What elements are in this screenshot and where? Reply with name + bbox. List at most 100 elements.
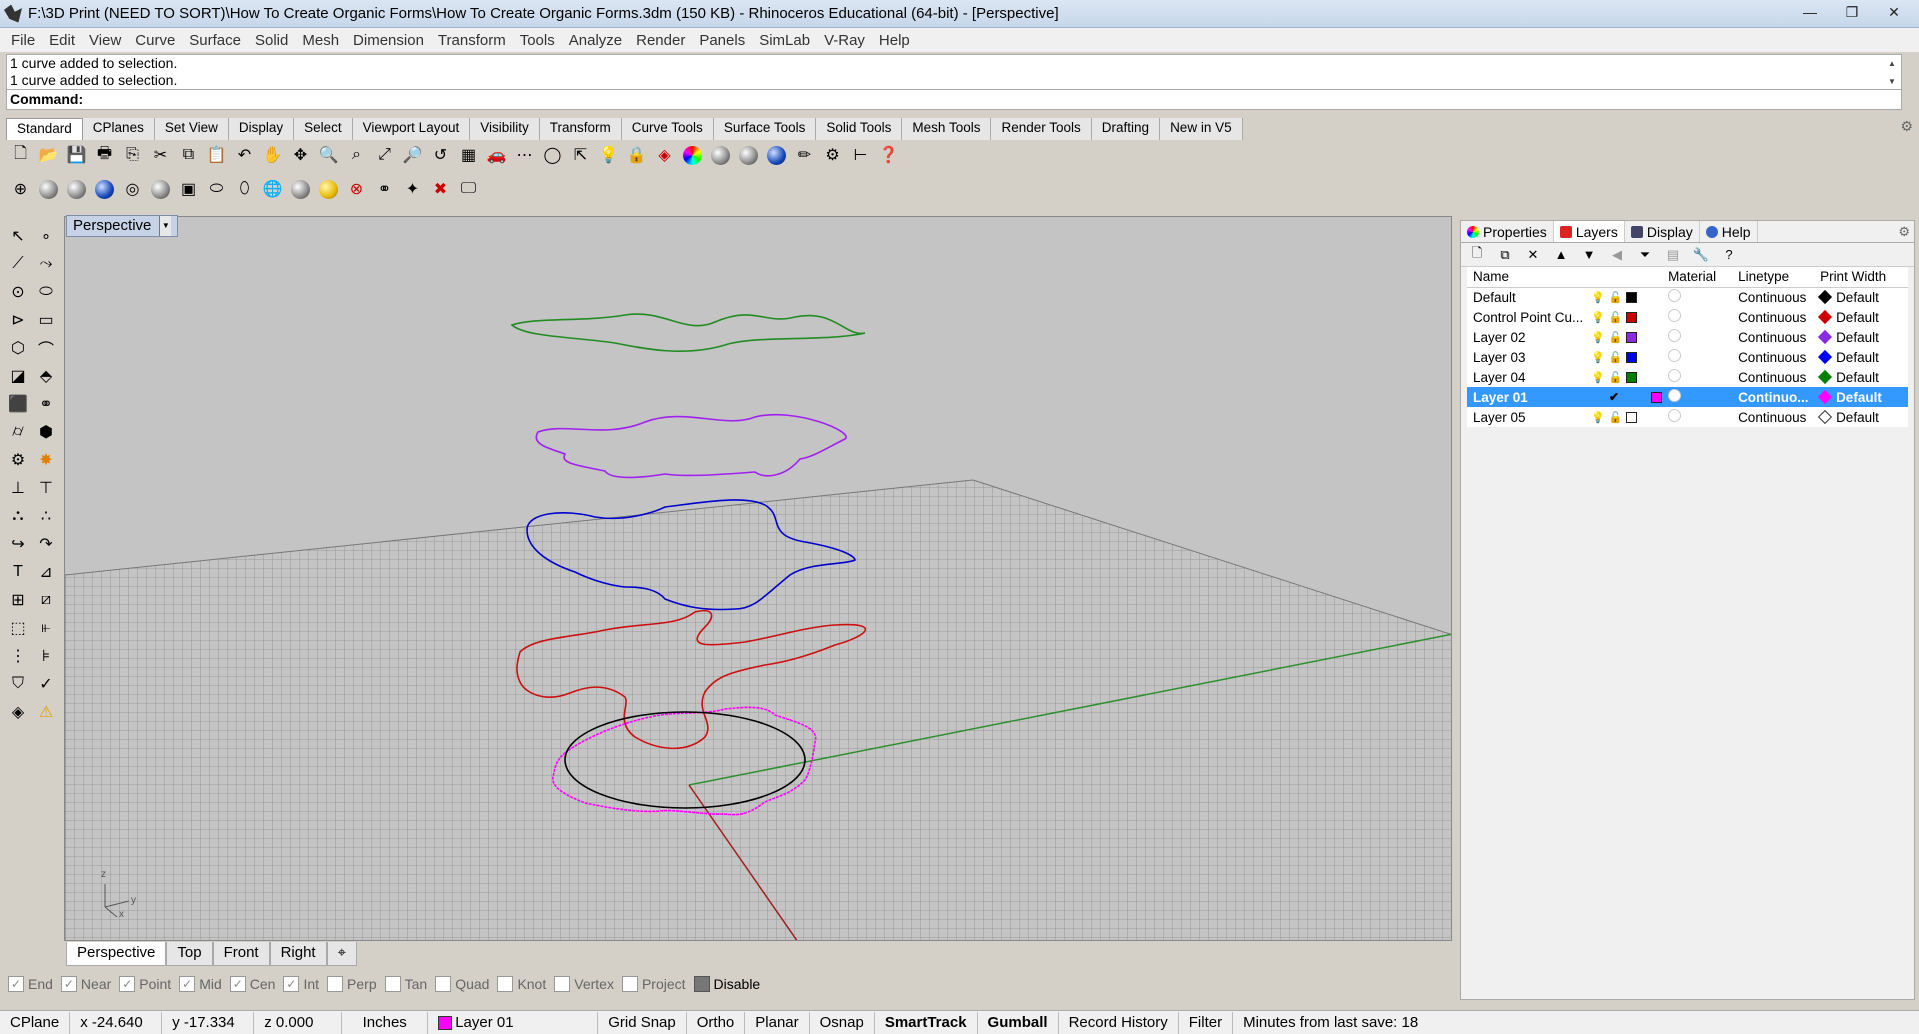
tab-mesh-tools[interactable]: Mesh Tools	[902, 118, 992, 140]
globe-icon[interactable]: 🌐	[260, 177, 285, 202]
pen-display-icon[interactable]: ⬭	[204, 177, 229, 202]
select-icon[interactable]: ⇱	[568, 143, 593, 168]
surface-icon[interactable]: ◪	[4, 362, 32, 390]
print-color-icon[interactable]	[1817, 329, 1833, 344]
osnap-tan[interactable]: Tan	[384, 976, 427, 992]
checkbox-icon[interactable]	[621, 976, 638, 992]
tab-render-tools[interactable]: Render Tools	[991, 118, 1092, 140]
plain-sphere-icon[interactable]	[288, 177, 313, 202]
layer-linetype[interactable]: Continuous	[1732, 287, 1814, 307]
artistic-icon[interactable]: ▣	[176, 177, 201, 202]
tab-front[interactable]: Front	[212, 942, 270, 966]
grid-snap-toggle[interactable]: Grid Snap	[598, 1011, 687, 1034]
layer-states-icon[interactable]: ▤	[1663, 245, 1683, 265]
menu-transform[interactable]: Transform	[431, 32, 513, 49]
layer-row[interactable]: Control Point Cu... 💡 🔓 Continuous Defaul…	[1467, 307, 1908, 327]
record-history-toggle[interactable]: Record History	[1059, 1011, 1179, 1034]
layer-color-swatch[interactable]	[1626, 371, 1638, 383]
xray-sphere-icon[interactable]: ◎	[120, 177, 145, 202]
new-sublayer-icon[interactable]: ⧉	[1495, 245, 1515, 265]
circle-tool-icon[interactable]: ◯	[540, 143, 565, 168]
menu-edit[interactable]: Edit	[42, 32, 82, 49]
command-history[interactable]: 1 curve added to selection. 1 curve adde…	[6, 54, 1902, 90]
unlock-icon[interactable]: 🔓	[1609, 351, 1623, 364]
col-name[interactable]: Name	[1467, 267, 1585, 288]
current-layer-check-icon[interactable]: ✔	[1609, 390, 1619, 404]
transform-icon[interactable]: ⊞	[4, 586, 32, 614]
tab-drafting[interactable]: Drafting	[1091, 118, 1161, 140]
tab-solid-tools[interactable]: Solid Tools	[816, 118, 903, 140]
tab-transform[interactable]: Transform	[539, 118, 622, 140]
bulb-icon[interactable]: 💡	[1591, 371, 1605, 384]
measure-icon[interactable]: ⊧	[32, 642, 60, 670]
menu-analyze[interactable]: Analyze	[562, 32, 629, 49]
material-icon[interactable]	[1668, 329, 1682, 342]
lock-icon[interactable]: 🔒	[624, 143, 649, 168]
material-icon[interactable]	[1668, 349, 1682, 362]
toolbar-options-gear-icon[interactable]: ⚙	[1900, 118, 1913, 135]
osnap-end[interactable]: ✓ End	[8, 976, 53, 992]
tab-viewport-layout[interactable]: Viewport Layout	[352, 118, 471, 140]
viewport-title[interactable]: Perspective ▼	[66, 215, 179, 237]
tab-select[interactable]: Select	[294, 118, 353, 140]
layer-linetype[interactable]: Continuous	[1732, 307, 1814, 327]
car-icon[interactable]: 🚗	[484, 143, 509, 168]
menu-render[interactable]: Render	[629, 32, 692, 49]
text-icon[interactable]: T	[4, 558, 32, 586]
print-color-icon[interactable]	[1817, 389, 1833, 404]
monitor-icon[interactable]: 🖵	[456, 177, 481, 202]
menu-mesh[interactable]: Mesh	[295, 32, 346, 49]
osnap-project[interactable]: Project	[621, 976, 686, 992]
layer-icon[interactable]: ◈	[652, 143, 677, 168]
scroll-up-icon[interactable]: ▲	[1885, 55, 1899, 72]
layer-color-swatch[interactable]	[1626, 311, 1638, 323]
material-icon[interactable]	[1668, 409, 1682, 422]
menu-solid[interactable]: Solid	[248, 32, 295, 49]
command-input[interactable]: Command:	[6, 90, 1902, 110]
new-layer-icon[interactable]: 🗋	[1467, 245, 1487, 265]
osnap-near[interactable]: ✓ Near	[60, 976, 111, 992]
polygon-icon[interactable]: ⬡	[4, 334, 32, 362]
layer-row[interactable]: Default 💡 🔓 Continuous Default	[1467, 287, 1908, 307]
tab-properties[interactable]: Properties	[1461, 221, 1554, 242]
layer-linetype[interactable]: Continuous	[1732, 367, 1814, 387]
print-color-icon[interactable]	[1817, 349, 1833, 364]
print-color-icon[interactable]	[1817, 409, 1833, 424]
panel-gear-icon[interactable]: ⚙	[1898, 224, 1910, 240]
light-bulb-render-icon[interactable]: ✦	[400, 177, 425, 202]
point-icon[interactable]: ∘	[32, 222, 60, 250]
analyze-icon[interactable]: ⧄	[32, 586, 60, 614]
dimension-tool-icon[interactable]: ⊿	[32, 558, 60, 586]
minimize-button[interactable]: —	[1791, 2, 1829, 22]
print-color-icon[interactable]	[1817, 309, 1833, 324]
move-down-icon[interactable]: ▼	[1579, 245, 1599, 265]
curve-icon[interactable]: ⤳	[32, 250, 60, 278]
bulb-icon[interactable]: 💡	[1591, 411, 1605, 424]
menu-view[interactable]: View	[82, 32, 128, 49]
material-icon[interactable]	[1668, 389, 1682, 402]
gold-sphere-icon[interactable]	[316, 177, 341, 202]
tab-curve-tools[interactable]: Curve Tools	[621, 118, 714, 140]
target-sphere-icon[interactable]: ⊗	[344, 177, 369, 202]
osnap-vertex[interactable]: Vertex	[554, 976, 614, 992]
checkbox-icon[interactable]	[435, 976, 452, 992]
undo-view-icon[interactable]: ↺	[428, 143, 453, 168]
layer-row[interactable]: Layer 03 💡 🔓 Continuous Default	[1467, 347, 1908, 367]
light-icon[interactable]: 💡	[596, 143, 621, 168]
tools-icon[interactable]: 🔧	[1691, 245, 1711, 265]
bulb-icon[interactable]: 💡	[1591, 311, 1605, 324]
tab-surface-tools[interactable]: Surface Tools	[713, 118, 817, 140]
tab-layers[interactable]: Layers	[1553, 221, 1625, 242]
unlock-icon[interactable]: 🔓	[1609, 411, 1623, 424]
save-icon[interactable]: 💾	[64, 143, 89, 168]
tab-set-view[interactable]: Set View	[154, 118, 229, 140]
ellipse-icon[interactable]: ⬭	[32, 278, 60, 306]
checkbox-icon[interactable]: ✓	[119, 976, 136, 992]
polyline-icon[interactable]: ⟋	[4, 250, 32, 278]
pan-icon[interactable]: ✋	[260, 143, 285, 168]
fillet-icon[interactable]: ⌒	[32, 334, 60, 362]
osnap-point[interactable]: ✓ Point	[119, 976, 171, 992]
move-up-icon[interactable]: ▲	[1551, 245, 1571, 265]
menu-dimension[interactable]: Dimension	[346, 32, 431, 49]
zoom-window-icon[interactable]: ⌕	[344, 143, 369, 168]
